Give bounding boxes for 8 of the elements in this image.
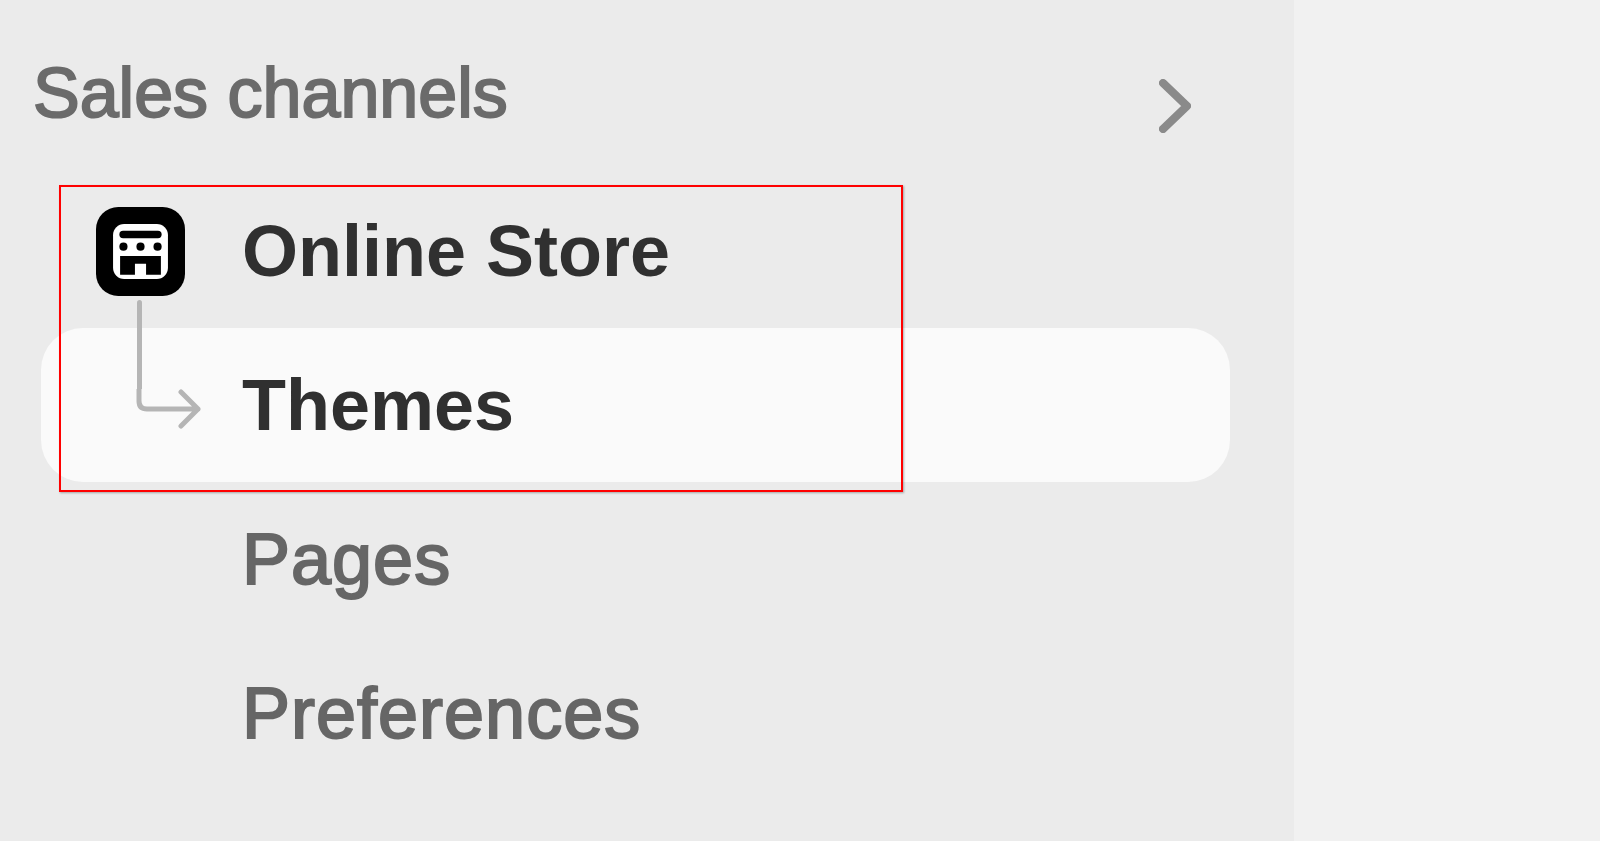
- bent-arrow-icon: [134, 300, 204, 432]
- store-icon: [96, 206, 185, 296]
- nav-item[interactable]: Themes: [41, 328, 1230, 482]
- nav-item[interactable]: Preferences: [41, 636, 1230, 790]
- chevron-right-icon[interactable]: [1159, 79, 1191, 133]
- section-heading: Sales channels: [33, 53, 508, 134]
- nav-item[interactable]: Online Store: [41, 174, 1230, 328]
- nav-item[interactable]: Pages: [41, 482, 1230, 636]
